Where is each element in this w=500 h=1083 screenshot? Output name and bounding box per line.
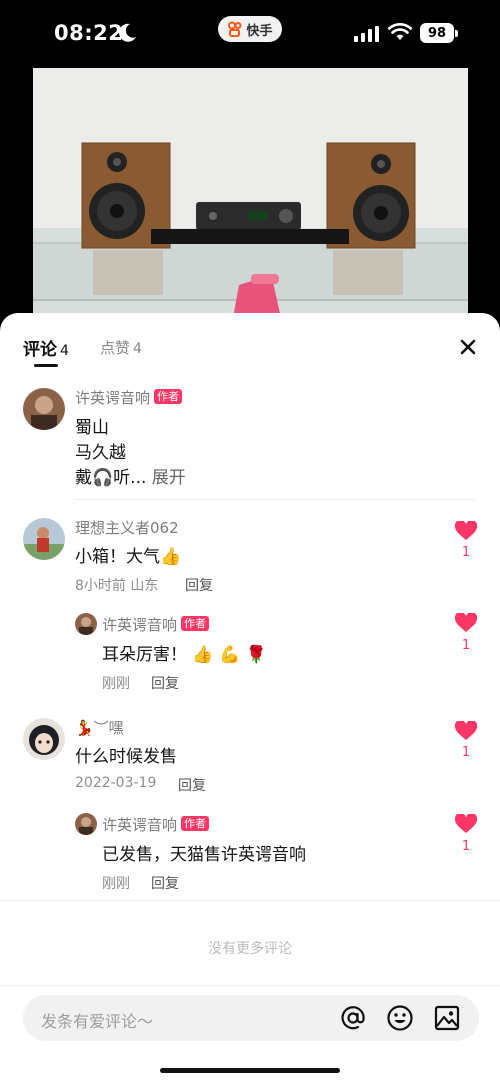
comment-username[interactable]: 💃︶嘿 bbox=[75, 717, 124, 738]
comment-input[interactable]: 发条有爱评论～ bbox=[23, 995, 479, 1041]
comment-username[interactable]: 理想主义者062 bbox=[75, 517, 179, 538]
no-more-comments: 没有更多评论 bbox=[208, 941, 292, 957]
comment-sheet: 评论 4 点赞 4 许英谔音响 作者 蜀山 马久越 戴🎧听... 展开 理想主义者0… bbox=[0, 313, 500, 1083]
comment-tabs: 评论 4 点赞 4 bbox=[0, 313, 500, 373]
heart-icon[interactable] bbox=[455, 613, 477, 633]
comment-username[interactable]: 许英谔音响 bbox=[102, 614, 177, 635]
avatar[interactable] bbox=[23, 388, 65, 430]
comment-input-placeholder: 发条有爱评论～ bbox=[41, 1012, 154, 1031]
wifi-icon bbox=[388, 23, 412, 40]
avatar-image bbox=[23, 718, 65, 760]
tab-likes[interactable]: 点赞 4 bbox=[100, 337, 142, 358]
divider bbox=[75, 499, 475, 500]
divider bbox=[0, 985, 500, 986]
tab-likes-label: 点赞 bbox=[100, 339, 131, 357]
like-count: 1 bbox=[461, 638, 471, 653]
battery-level: 98 bbox=[420, 23, 454, 43]
reply-button[interactable]: 回复 bbox=[178, 775, 206, 795]
comment-text-truncated: 戴🎧听... bbox=[75, 468, 147, 488]
reply-button[interactable]: 回复 bbox=[151, 873, 179, 893]
home-indicator[interactable] bbox=[160, 1068, 340, 1073]
tab-comments-label: 评论 bbox=[23, 340, 57, 360]
reply-button[interactable]: 回复 bbox=[185, 575, 213, 595]
avatar-image bbox=[75, 813, 97, 835]
comment-text-line: 马久越 bbox=[75, 443, 126, 463]
comment-text-line: 戴🎧听... 展开 bbox=[75, 463, 186, 488]
author-badge: 作者 bbox=[181, 816, 209, 831]
video-preview[interactable] bbox=[33, 68, 468, 318]
moon-icon bbox=[119, 23, 136, 42]
heart-icon[interactable] bbox=[455, 814, 477, 834]
emoji-icon[interactable] bbox=[386, 1004, 414, 1032]
comment-username[interactable]: 许英谔音响 bbox=[102, 814, 177, 835]
tab-comments[interactable]: 评论 4 bbox=[23, 335, 69, 360]
kuaishou-logo-icon bbox=[228, 21, 242, 37]
avatar-image bbox=[23, 518, 65, 560]
comment-username[interactable]: 许英谔音响 bbox=[75, 387, 150, 408]
like-count: 1 bbox=[461, 839, 471, 854]
author-badge: 作者 bbox=[181, 616, 209, 631]
cellular-signal-icon bbox=[354, 26, 379, 42]
avatar[interactable] bbox=[23, 718, 65, 760]
comment-meta: 刚刚 bbox=[102, 876, 130, 892]
tab-comments-count: 4 bbox=[60, 343, 69, 359]
comment-text: 耳朵厉害！ 👍 💪 🌹 bbox=[102, 645, 267, 665]
comment-text-line: 蜀山 bbox=[75, 418, 109, 438]
avatar[interactable] bbox=[23, 518, 65, 560]
avatar-image bbox=[23, 388, 65, 430]
avatar-image bbox=[75, 613, 97, 635]
comment-text: 什么时候发售 bbox=[75, 747, 177, 767]
avatar[interactable] bbox=[75, 613, 97, 635]
reply-button[interactable]: 回复 bbox=[151, 673, 179, 693]
comment-text: 已发售，天猫售许英谔音响 bbox=[102, 845, 306, 865]
tab-likes-count: 4 bbox=[133, 341, 142, 357]
comment-text: 小箱！大气👍 bbox=[75, 547, 182, 567]
comment-meta: 刚刚 bbox=[102, 676, 130, 692]
comment-meta: 8小时前 山东 bbox=[75, 578, 159, 594]
video-frame-image bbox=[33, 68, 468, 318]
image-icon[interactable] bbox=[433, 1004, 461, 1032]
battery-icon: 98 bbox=[420, 23, 458, 43]
comment-meta: 2022-03-19 bbox=[75, 775, 157, 791]
at-mention-icon[interactable] bbox=[339, 1004, 367, 1032]
app-name: 快手 bbox=[246, 23, 273, 39]
avatar[interactable] bbox=[75, 813, 97, 835]
app-return-pill[interactable]: 快手 bbox=[218, 16, 282, 42]
active-tab-indicator bbox=[34, 364, 58, 367]
divider bbox=[0, 900, 500, 901]
like-count: 1 bbox=[461, 745, 471, 760]
expand-link[interactable]: 展开 bbox=[152, 468, 186, 488]
heart-icon[interactable] bbox=[455, 721, 477, 741]
close-icon[interactable] bbox=[456, 335, 480, 359]
author-badge: 作者 bbox=[154, 389, 182, 404]
status-time: 08:22 bbox=[54, 21, 124, 45]
like-count: 1 bbox=[461, 545, 471, 560]
status-bar: 08:22 快手 98 bbox=[0, 0, 500, 68]
heart-icon[interactable] bbox=[455, 521, 477, 541]
